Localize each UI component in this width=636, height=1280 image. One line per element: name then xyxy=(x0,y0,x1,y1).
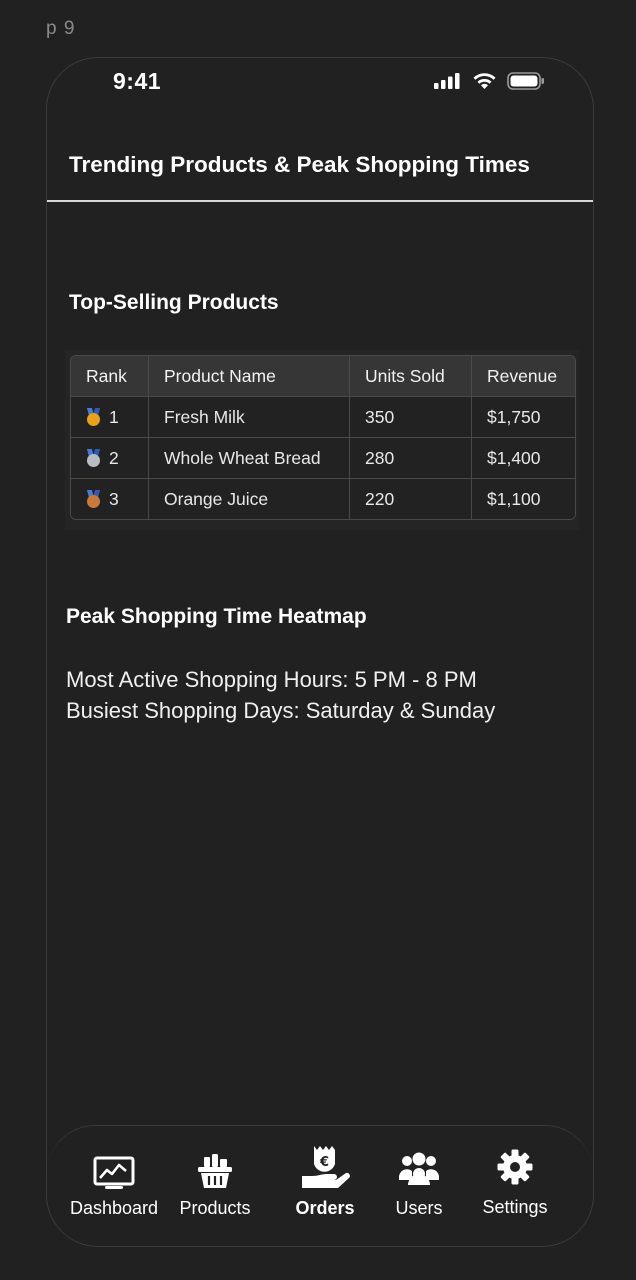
tab-label: Orders xyxy=(295,1198,355,1218)
column-header-rank[interactable]: Rank xyxy=(71,356,149,397)
revenue-cell: $1,400 xyxy=(472,438,575,479)
units-sold-cell: 220 xyxy=(350,479,472,519)
rank-value: 1 xyxy=(109,406,119,427)
bronze-medal-icon xyxy=(86,489,101,508)
table-row[interactable]: 2 Whole Wheat Bread 280 $1,400 xyxy=(71,438,575,479)
revenue-cell: $1,750 xyxy=(472,397,575,438)
battery-icon xyxy=(507,72,545,95)
silver-medal-icon xyxy=(86,448,101,467)
frame-label: p 9 xyxy=(46,18,76,39)
tab-settings[interactable]: Settings xyxy=(467,1126,563,1236)
tab-users[interactable]: Users xyxy=(380,1126,458,1236)
wifi-icon xyxy=(472,72,497,95)
medal-disc xyxy=(87,412,100,426)
medal-disc xyxy=(87,494,100,508)
rank-cell: 1 xyxy=(71,397,149,438)
cellular-signal-icon xyxy=(434,72,462,95)
column-header-revenue[interactable]: Revenue xyxy=(472,356,575,397)
units-sold-cell: 350 xyxy=(350,397,472,438)
tab-label: Products xyxy=(179,1198,251,1218)
busiest-days-text: Busiest Shopping Days: Saturday & Sunday xyxy=(66,698,496,723)
table-row[interactable]: 3 Orange Juice 220 $1,100 xyxy=(71,479,575,519)
revenue-cell: $1,100 xyxy=(472,479,575,519)
page-header: Trending Products & Peak Shopping Times xyxy=(47,138,593,202)
rank-value: 2 xyxy=(109,447,119,468)
medal-disc xyxy=(87,453,100,467)
rank-cell: 2 xyxy=(71,438,149,479)
tab-label: Settings xyxy=(482,1197,548,1217)
gear-icon xyxy=(497,1149,533,1190)
most-active-hours-text: Most Active Shopping Hours: 5 PM - 8 PM xyxy=(66,667,477,692)
rank-cell: 3 xyxy=(71,479,149,519)
status-bar: 9:41 xyxy=(47,58,593,108)
status-icons xyxy=(434,72,545,95)
gold-medal-icon xyxy=(86,407,101,426)
product-name-cell: Whole Wheat Bread xyxy=(149,438,350,479)
svg-text:€: € xyxy=(319,1155,329,1170)
tab-orders[interactable]: € Orders xyxy=(275,1126,375,1236)
product-name-cell: Fresh Milk xyxy=(149,397,350,438)
table-row[interactable]: 1 Fresh Milk 350 $1,750 xyxy=(71,397,575,438)
status-time: 9:41 xyxy=(113,68,162,94)
tab-label: Dashboard xyxy=(69,1198,159,1218)
top-selling-table-container: Rank Product Name Units Sold Revenue 1 F… xyxy=(65,350,579,530)
heatmap-title: Peak Shopping Time Heatmap xyxy=(66,605,367,628)
rank-value: 3 xyxy=(109,488,119,509)
column-header-units-sold[interactable]: Units Sold xyxy=(350,356,472,397)
column-header-product-name[interactable]: Product Name xyxy=(149,356,350,397)
tab-label: Users xyxy=(395,1198,443,1218)
page-title: Trending Products & Peak Shopping Times xyxy=(69,152,530,177)
euro-hand-icon: € xyxy=(300,1144,350,1197)
chart-monitor-icon xyxy=(93,1156,135,1195)
table-header-row: Rank Product Name Units Sold Revenue xyxy=(71,356,575,397)
phone-frame: 9:41 Trending Products & Peak Shopping T… xyxy=(46,57,594,1247)
grocery-basket-icon xyxy=(196,1152,234,1195)
units-sold-cell: 280 xyxy=(350,438,472,479)
tab-dashboard[interactable]: Dashboard xyxy=(61,1126,167,1236)
users-group-icon xyxy=(398,1152,440,1191)
top-selling-title: Top-Selling Products xyxy=(69,291,279,314)
tab-products[interactable]: Products xyxy=(168,1126,262,1236)
bottom-tab-bar: Dashboard Products € Orders Users Settin… xyxy=(47,1125,593,1246)
top-selling-table: Rank Product Name Units Sold Revenue 1 F… xyxy=(70,355,576,520)
product-name-cell: Orange Juice xyxy=(149,479,350,519)
